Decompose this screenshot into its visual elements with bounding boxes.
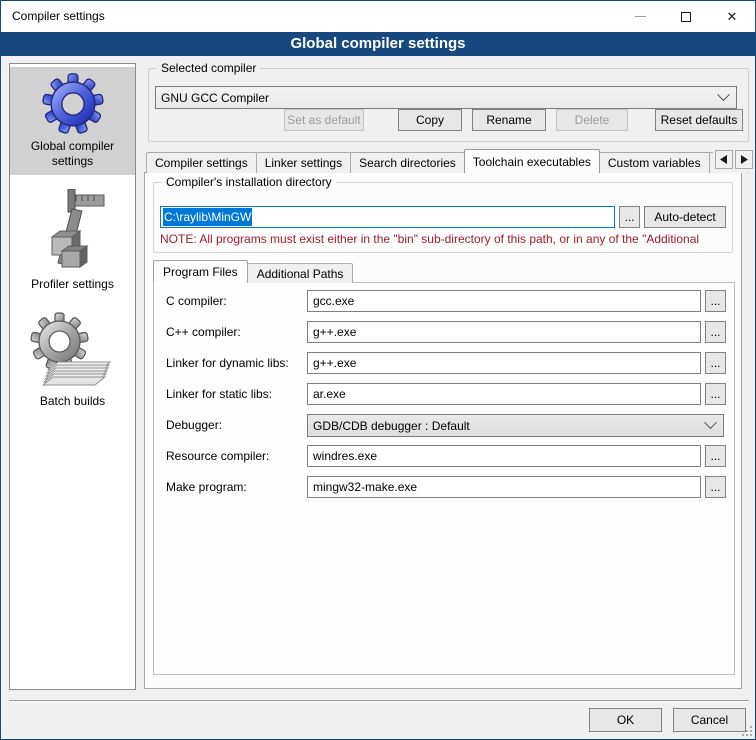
compiler-select-value: GNU GCC Compiler — [156, 91, 719, 105]
dynamic-linker-browse-button[interactable]: ... — [705, 352, 726, 374]
selected-compiler-group-label: Selected compiler — [157, 61, 260, 76]
dynamic-linker-row: Linker for dynamic libs: g++.exe ... — [154, 352, 734, 375]
installation-directory-input[interactable]: C:\raylib\MinGW — [160, 206, 615, 228]
maximize-icon — [681, 12, 691, 22]
installation-directory-value: C:\raylib\MinGW — [163, 208, 252, 226]
cpp-compiler-row: C++ compiler: g++.exe ... — [154, 321, 734, 344]
tab-toolchain-executables[interactable]: Toolchain executables — [464, 149, 600, 173]
minimize-icon — [635, 16, 646, 17]
compiler-settings-tabs: Compiler settings Linker settings Search… — [146, 149, 755, 173]
sidebar-item-batch-builds[interactable]: Batch builds — [10, 306, 135, 415]
subtab-program-files[interactable]: Program Files — [153, 260, 248, 283]
sidebar-item-label: Batch builds — [40, 394, 105, 409]
tab-scroll-arrows — [713, 150, 753, 172]
batch-builds-gear-icon — [30, 312, 116, 390]
installation-directory-note: NOTE: All programs must exist either in … — [160, 232, 732, 246]
ok-button[interactable]: OK — [589, 708, 662, 732]
resource-compiler-row: Resource compiler: windres.exe ... — [154, 445, 734, 468]
set-as-default-button: Set as default — [284, 109, 364, 131]
arrow-left-icon — [720, 155, 728, 164]
make-program-row: Make program: mingw32-make.exe ... — [154, 476, 734, 499]
dynamic-linker-label: Linker for dynamic libs: — [166, 352, 289, 374]
static-linker-label: Linker for static libs: — [166, 383, 272, 405]
static-linker-row: Linker for static libs: ar.exe ... — [154, 383, 734, 406]
c-compiler-label: C compiler: — [166, 290, 227, 312]
title-bar[interactable]: Compiler settings ✕ — [1, 1, 755, 32]
compiler-settings-dialog: Compiler settings ✕ Global compiler sett… — [0, 0, 756, 740]
subtab-additional-paths[interactable]: Additional Paths — [247, 263, 354, 283]
static-linker-browse-button[interactable]: ... — [705, 383, 726, 405]
installation-directory-browse-button[interactable]: ... — [619, 206, 640, 228]
installation-directory-group: Compiler's installation directory C:\ray… — [153, 182, 733, 253]
tab-compiler-settings[interactable]: Compiler settings — [146, 152, 257, 173]
debugger-select-value: GDB/CDB debugger : Default — [308, 419, 706, 433]
installation-directory-group-label: Compiler's installation directory — [162, 175, 336, 190]
program-files-page: C compiler: gcc.exe ... C++ compiler: g+… — [153, 282, 735, 675]
sidebar-item-profiler-settings[interactable]: Profiler settings — [10, 183, 135, 298]
delete-button: Delete — [556, 109, 628, 131]
c-compiler-row: C compiler: gcc.exe ... — [154, 290, 734, 313]
debugger-label: Debugger: — [166, 414, 222, 436]
chevron-down-icon — [704, 416, 717, 429]
make-program-label: Make program: — [166, 476, 247, 498]
caliper-icon — [38, 189, 108, 273]
resource-compiler-browse-button[interactable]: ... — [705, 445, 726, 467]
make-program-input[interactable]: mingw32-make.exe — [307, 476, 701, 498]
cancel-button[interactable]: Cancel — [673, 708, 746, 732]
tab-scroll-left-button[interactable] — [715, 150, 733, 169]
arrow-right-icon — [740, 155, 748, 164]
rename-button[interactable]: Rename — [472, 109, 546, 131]
debugger-select[interactable]: GDB/CDB debugger : Default — [307, 414, 724, 437]
sidebar-item-label: Profiler settings — [31, 277, 114, 292]
footer-divider — [9, 700, 749, 702]
maximize-button[interactable] — [663, 1, 709, 32]
program-files-subtabs: Program Files Additional Paths — [153, 260, 353, 283]
settings-category-list: Global compiler settings — [9, 63, 136, 690]
auto-detect-button[interactable]: Auto-detect — [644, 206, 726, 228]
sidebar-item-label: Global compiler settings — [12, 139, 133, 169]
blue-gear-icon — [42, 73, 104, 135]
make-program-browse-button[interactable]: ... — [705, 476, 726, 498]
static-linker-input[interactable]: ar.exe — [307, 383, 701, 405]
copy-button[interactable]: Copy — [398, 109, 462, 131]
window-title: Compiler settings — [12, 9, 105, 23]
resource-compiler-input[interactable]: windres.exe — [307, 445, 701, 467]
tab-custom-variables[interactable]: Custom variables — [599, 152, 710, 173]
c-compiler-input[interactable]: gcc.exe — [307, 290, 701, 312]
reset-defaults-button[interactable]: Reset defaults — [655, 109, 743, 131]
tab-scroll-right-button[interactable] — [735, 150, 753, 169]
dynamic-linker-input[interactable]: g++.exe — [307, 352, 701, 374]
tab-linker-settings[interactable]: Linker settings — [256, 152, 351, 173]
resource-compiler-label: Resource compiler: — [166, 445, 269, 467]
dialog-banner: Global compiler settings — [1, 32, 755, 56]
debugger-row: Debugger: GDB/CDB debugger : Default — [154, 414, 734, 437]
close-button[interactable]: ✕ — [709, 1, 755, 32]
c-compiler-browse-button[interactable]: ... — [705, 290, 726, 312]
cpp-compiler-label: C++ compiler: — [166, 321, 241, 343]
window-controls: ✕ — [617, 1, 755, 32]
tab-search-directories[interactable]: Search directories — [350, 152, 465, 173]
cpp-compiler-input[interactable]: g++.exe — [307, 321, 701, 343]
resize-grip[interactable] — [740, 724, 753, 737]
selected-compiler-group: Selected compiler GNU GCC Compiler Set a… — [148, 68, 749, 142]
minimize-button — [617, 1, 663, 32]
compiler-select[interactable]: GNU GCC Compiler — [155, 86, 737, 109]
toolchain-executables-page: Compiler's installation directory C:\ray… — [144, 172, 742, 689]
sidebar-item-global-compiler-settings[interactable]: Global compiler settings — [10, 67, 135, 175]
chevron-down-icon — [717, 88, 730, 101]
close-icon: ✕ — [727, 10, 738, 23]
cpp-compiler-browse-button[interactable]: ... — [705, 321, 726, 343]
